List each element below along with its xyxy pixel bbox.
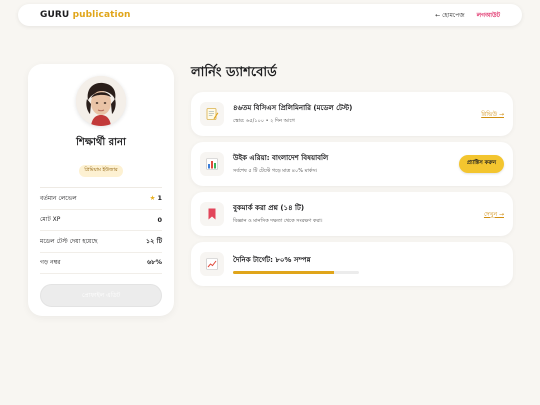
logout-link[interactable]: লগআউট — [477, 10, 500, 21]
card-title: দৈনিক টার্গেট: ৮০% সম্পন্ন — [233, 256, 311, 264]
stat-row-level: বর্তমান লেভেল ★ 1 — [40, 188, 162, 210]
star-icon: ★ — [149, 194, 156, 203]
bookmark-icon — [200, 202, 224, 226]
card-model-test[interactable]: ৪৬তম বিসিএস প্রিলিমিনারি (মডেল টেস্ট) স্… — [191, 92, 513, 136]
premium-badge: প্রিমিয়াম ইউজার — [79, 165, 123, 177]
card-subtitle: স্কোর: ৬৫/১০০ • ২ দিন আগে — [233, 118, 295, 124]
brand-suffix: publication — [72, 10, 131, 20]
profile-name: শিক্ষার্থী রানা — [76, 137, 126, 148]
stat-label: মোট XP — [40, 216, 61, 224]
top-navbar: GURU publication ← হোমপেজ লগআউট — [18, 4, 522, 26]
trend-icon — [200, 252, 224, 276]
brand-logo[interactable]: GURU publication — [40, 10, 131, 20]
review-link[interactable]: রিভিউ → — [481, 109, 504, 120]
stat-value: 1 — [157, 194, 162, 203]
edit-profile-button[interactable]: প্রোফাইল এডিট — [40, 284, 162, 307]
stat-row-average: গড় নম্বর ৬৮% — [40, 253, 162, 274]
card-daily-target: দৈনিক টার্গেট: ৮০% সম্পন্ন — [191, 242, 513, 286]
stat-label: মডেল টেস্ট দেয়া হয়েছে — [40, 237, 98, 245]
stat-value: 0 — [157, 215, 162, 224]
view-link[interactable]: দেখুন → — [484, 209, 504, 220]
stat-row-tests: মডেল টেস্ট দেয়া হয়েছে ১২ টি — [40, 231, 162, 253]
card-title: উইক এরিয়া: বাংলাদেশ বিষয়াবলি — [233, 154, 329, 162]
stat-label: বর্তমান লেভেল — [40, 194, 77, 202]
stat-label: গড় নম্বর — [40, 259, 61, 267]
page-title: লার্নিং ড্যাশবোর্ড — [191, 65, 277, 80]
stat-value: ১২ টি — [145, 236, 162, 245]
memo-icon — [200, 102, 224, 126]
stat-row-xp: মোট XP 0 — [40, 210, 162, 231]
chart-icon — [200, 152, 224, 176]
card-subtitle: বিজ্ঞান ও মানসিক দক্ষতা থেকে সংরক্ষণ করা… — [233, 218, 323, 224]
avatar — [76, 76, 126, 126]
brand-name: GURU — [40, 10, 70, 20]
practice-button[interactable]: প্র্যাক্টিস করুন — [458, 155, 504, 173]
progress-fill — [233, 271, 334, 274]
card-title: ৪৬তম বিসিএস প্রিলিমিনারি (মডেল টেস্ট) — [233, 104, 353, 112]
profile-card: শিক্ষার্থী রানা প্রিমিয়াম ইউজার বর্তমান… — [28, 64, 174, 316]
home-link[interactable]: ← হোমপেজ — [435, 10, 464, 21]
daily-progress-bar — [233, 271, 359, 274]
card-weak-area[interactable]: উইক এরিয়া: বাংলাদেশ বিষয়াবলি সর্বশেষ ৫… — [191, 142, 513, 186]
stat-value: ৬৮% — [147, 258, 162, 267]
top-nav-links: ← হোমপেজ লগআউট — [435, 10, 500, 21]
card-bookmarks[interactable]: বুকমার্ক করা প্রশ্ন (১৪ টি) বিজ্ঞান ও মা… — [191, 192, 513, 236]
card-subtitle: সর্বশেষ ৫ টি টেস্টে গড়ে মাত্র ৪০% মার্ক… — [233, 168, 318, 174]
card-title: বুকমার্ক করা প্রশ্ন (১৪ টি) — [233, 204, 305, 212]
